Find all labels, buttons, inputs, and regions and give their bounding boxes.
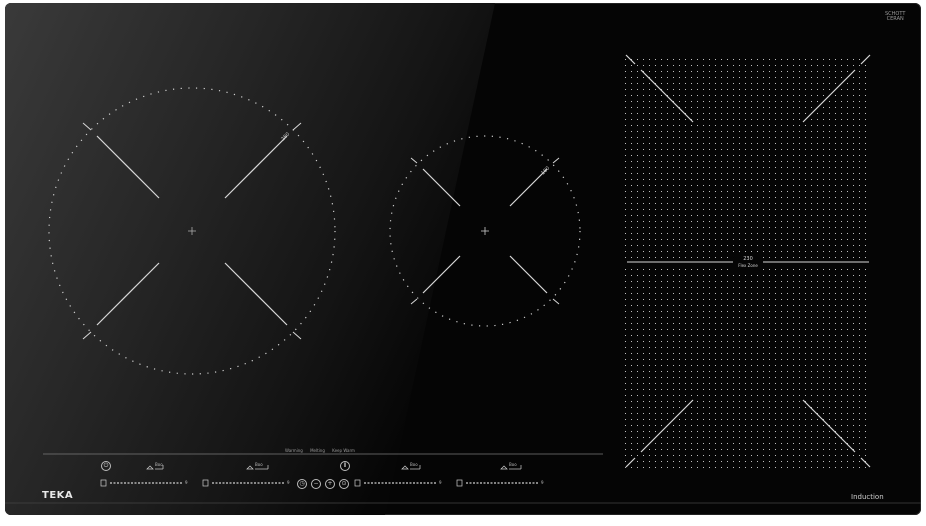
lock-icon[interactable]: ⊙ [339, 479, 349, 489]
pause-button[interactable]: Ⅱ [340, 461, 350, 471]
middle-cooking-zone[interactable]: 180 [389, 135, 581, 327]
middle-zone-size: 180 [540, 165, 551, 176]
slider-1-max: 9 [185, 480, 188, 485]
special-modes-row: Warming Melting Keep Warm [285, 448, 361, 453]
product-type-label: Induction [851, 493, 884, 501]
power-button[interactable]: ⏻ [101, 461, 111, 471]
slider-zone-3[interactable] [354, 479, 436, 487]
hob-markings: 280 180 230 Flex Zone [5, 54, 921, 504]
slider-3-max: 9 [439, 480, 442, 485]
flex-cooking-zone[interactable]: 230 Flex Zone [625, 54, 871, 469]
melting-mode-label[interactable]: Melting [310, 448, 325, 453]
zone-icon-label-2: Boo [255, 462, 263, 467]
zone-icon-label-1: Boo [155, 462, 163, 467]
slider-2-max: 9 [287, 480, 290, 485]
warming-mode-label[interactable]: Warming [285, 448, 303, 453]
flex-zone-label: Flex Zone [738, 263, 758, 268]
left-zone-size: 280 [280, 131, 291, 142]
slider-zone-2[interactable] [202, 479, 284, 487]
left-cooking-zone[interactable]: 280 [48, 87, 336, 375]
minus-button[interactable]: − [311, 479, 321, 489]
plus-button[interactable]: + [325, 479, 335, 489]
slider-4-max: 9 [541, 480, 544, 485]
slider-zone-1[interactable] [100, 479, 182, 487]
keep-warm-mode-label[interactable]: Keep Warm [332, 448, 355, 453]
flex-zone-size: 230 [743, 256, 753, 262]
timer-icon[interactable]: ◷ [297, 479, 307, 489]
slider-zone-4[interactable] [456, 479, 538, 487]
brand-logo: TEKA [42, 490, 74, 501]
induction-hob-panel: 280 180 230 Flex Zone SCHOTT CERAN Warmi… [5, 3, 921, 515]
glass-brand-logo: SCHOTT CERAN [885, 12, 905, 22]
zone-icon-label-4: Boo [509, 462, 517, 467]
zone-icon-label-3: Boo [410, 462, 418, 467]
glass-logo-line-2: CERAN [886, 16, 904, 22]
